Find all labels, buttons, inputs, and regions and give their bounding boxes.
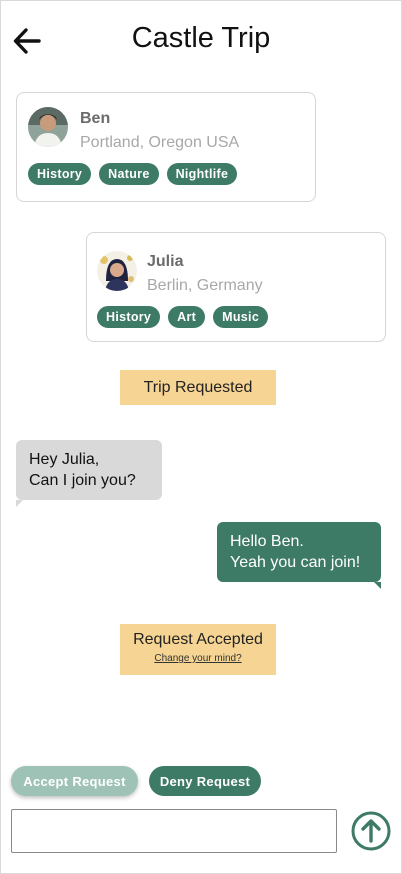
accept-request-button[interactable]: Accept Request xyxy=(11,766,138,796)
profile-name: Ben xyxy=(80,110,111,127)
deny-request-button[interactable]: Deny Request xyxy=(149,766,261,796)
profile-location: Berlin, Germany xyxy=(147,277,263,294)
page-title: Castle Trip xyxy=(131,22,271,54)
message-line: Hello Ben. xyxy=(230,533,304,550)
status-badge-accepted: Request Accepted Change your mind? xyxy=(120,624,276,675)
interest-tag: History xyxy=(28,163,92,185)
profile-location: Portland, Oregon USA xyxy=(80,134,240,151)
message-line: Yeah you can join! xyxy=(230,554,361,571)
profile-name: Julia xyxy=(147,253,184,270)
interest-tag: History xyxy=(97,306,161,328)
message-outgoing: Hello Ben. Yeah you can join! xyxy=(217,522,381,589)
status-accepted-label: Request Accepted xyxy=(133,631,263,648)
interest-tags: History Art Music xyxy=(97,306,269,328)
message-line: Hey Julia, xyxy=(29,451,100,468)
profile-card-ben[interactable]: Ben Portland, Oregon USA History Nature … xyxy=(16,92,316,202)
interest-tag: Art xyxy=(168,306,206,328)
interest-tag: Music xyxy=(213,306,269,328)
message-incoming: Hey Julia, Can I join you? xyxy=(16,440,162,507)
profile-card-julia[interactable]: Julia Berlin, Germany History Art Music xyxy=(86,232,386,342)
message-input[interactable] xyxy=(11,809,337,853)
interest-tag: Nightlife xyxy=(166,163,238,185)
interest-tags: History Nature Nightlife xyxy=(28,163,238,185)
send-button[interactable] xyxy=(351,811,391,851)
message-line: Can I join you? xyxy=(29,472,136,489)
arrow-up-circle-icon xyxy=(351,811,391,851)
avatar xyxy=(28,107,68,147)
change-mind-link[interactable]: Change your mind? xyxy=(120,653,276,664)
interest-tag: Nature xyxy=(99,163,159,185)
status-badge-requested: Trip Requested xyxy=(120,370,276,405)
avatar xyxy=(97,251,137,291)
